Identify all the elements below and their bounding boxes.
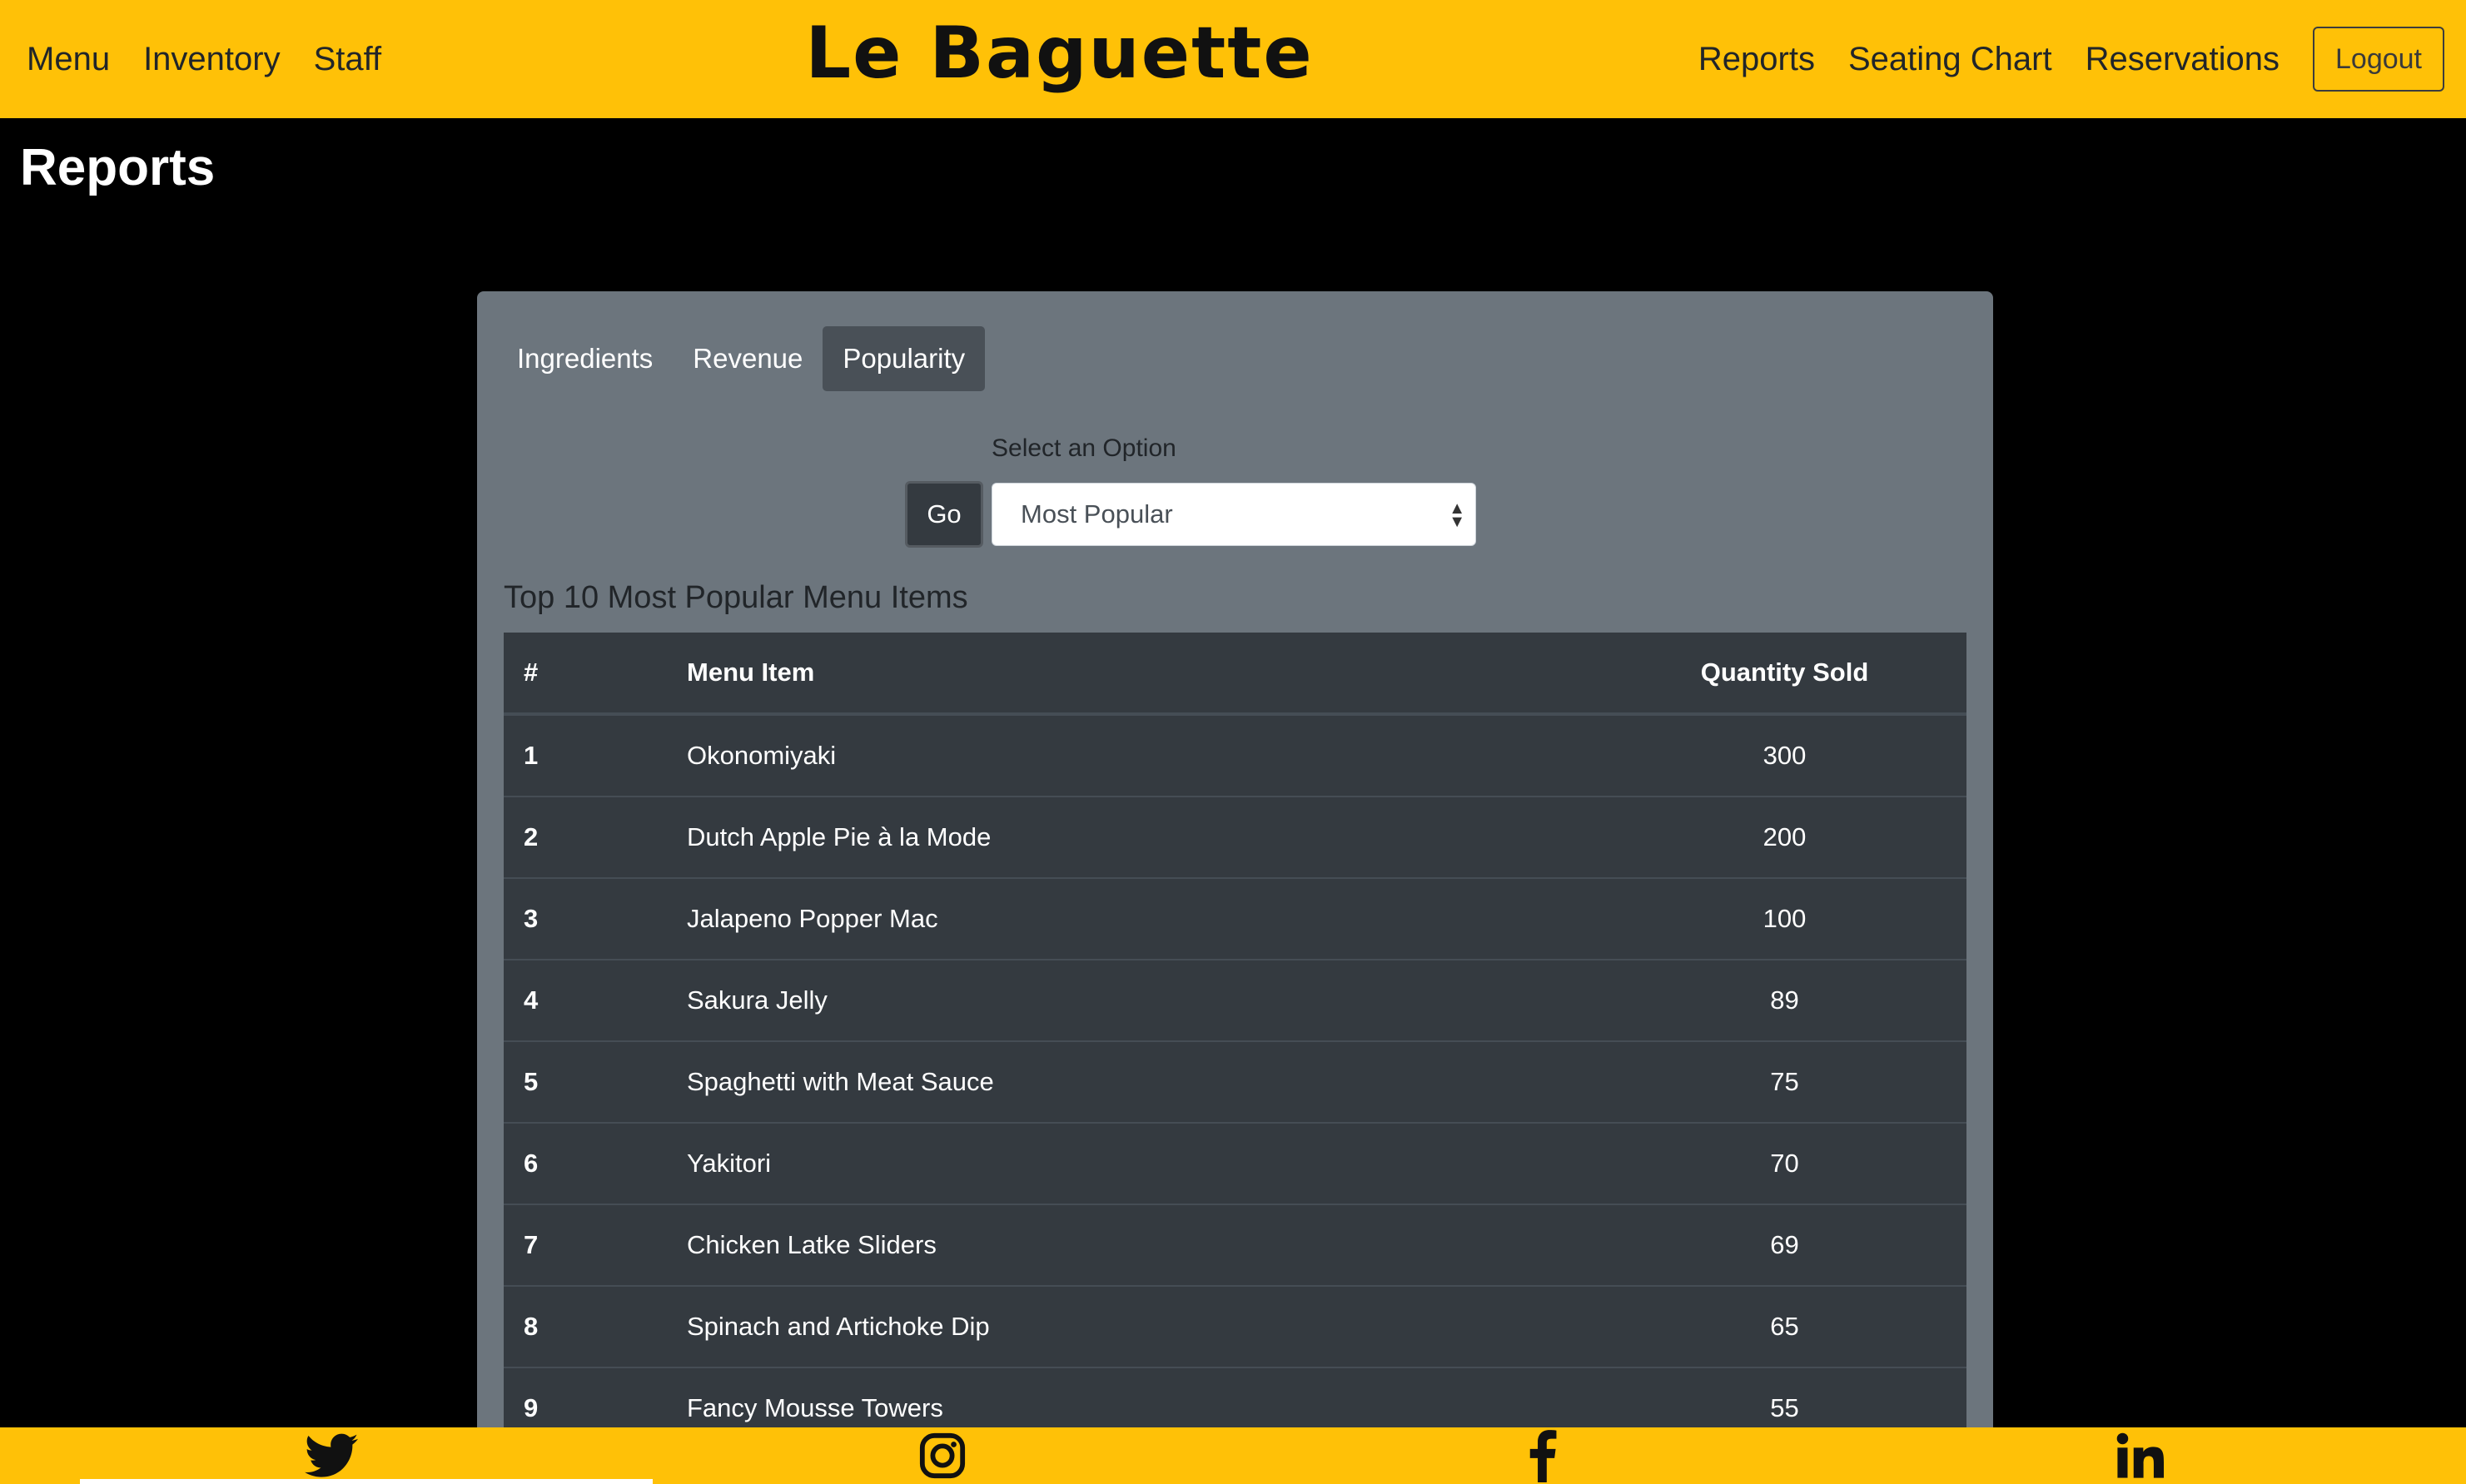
cell-menu-item: Spaghetti with Meat Sauce [687, 1067, 994, 1096]
table-row: 6 Yakitori 70 [504, 1122, 1966, 1204]
page-title: Reports [20, 139, 216, 196]
nav-right-group: Reports Seating Chart Reservations Logou… [1698, 0, 2444, 118]
cell-quantity: 200 [1762, 822, 1807, 851]
cell-quantity: 70 [1770, 1149, 1799, 1178]
table-row: 2 Dutch Apple Pie à la Mode 200 [504, 796, 1966, 877]
table-row: 5 Spaghetti with Meat Sauce 75 [504, 1040, 1966, 1122]
table-row: 3 Jalapeno Popper Mac 100 [504, 877, 1966, 959]
nav-link-reservations[interactable]: Reservations [2086, 41, 2280, 78]
header-quantity-sold: Quantity Sold [1700, 658, 1869, 687]
header-rank: # [524, 658, 539, 687]
linkedin-icon[interactable] [2106, 1427, 2173, 1484]
cell-rank: 8 [524, 1312, 539, 1341]
table-header-row: # Menu Item Quantity Sold [504, 633, 1966, 714]
cell-quantity: 55 [1770, 1393, 1799, 1422]
cell-quantity: 89 [1770, 985, 1799, 1015]
table-row: 1 Okonomiyaki 300 [504, 714, 1966, 796]
instagram-icon[interactable] [909, 1427, 976, 1484]
cell-quantity: 100 [1762, 904, 1807, 933]
cell-rank: 9 [524, 1393, 539, 1422]
go-button[interactable]: Go [905, 481, 983, 548]
top-navbar: Menu Inventory Staff Le Baguette Reports… [0, 0, 2466, 118]
cell-rank: 2 [524, 822, 539, 851]
cell-menu-item: Fancy Mousse Towers [687, 1393, 943, 1422]
cell-rank: 4 [524, 985, 539, 1015]
logout-button[interactable]: Logout [2313, 27, 2444, 92]
tab-ingredients[interactable]: Ingredients [497, 326, 673, 391]
facebook-icon[interactable] [1509, 1427, 1575, 1484]
cell-menu-item: Chicken Latke Sliders [687, 1230, 937, 1259]
header-menu-item: Menu Item [687, 658, 815, 687]
table-row: 8 Spinach and Artichoke Dip 65 [504, 1285, 1966, 1367]
cell-quantity: 69 [1770, 1230, 1799, 1259]
footer-underline [80, 1479, 653, 1484]
cell-menu-item: Yakitori [687, 1149, 772, 1178]
select-label: Select an Option [992, 434, 1176, 462]
cell-quantity: 300 [1762, 741, 1807, 770]
cell-menu-item: Spinach and Artichoke Dip [687, 1312, 990, 1341]
nav-link-seating-chart[interactable]: Seating Chart [1848, 41, 2052, 78]
report-tabs: Ingredients Revenue Popularity [497, 326, 986, 391]
select-arrows-icon: ▲ ▼ [1449, 499, 1465, 531]
table-title: Top 10 Most Popular Menu Items [504, 580, 968, 615]
cell-menu-item: Dutch Apple Pie à la Mode [687, 822, 992, 851]
twitter-icon[interactable] [298, 1427, 365, 1484]
tab-popularity[interactable]: Popularity [823, 326, 986, 391]
cell-rank: 1 [524, 741, 539, 770]
cell-quantity: 75 [1770, 1067, 1799, 1096]
cell-quantity: 65 [1770, 1312, 1799, 1341]
popularity-table: # Menu Item Quantity Sold 1 Okonomiyaki … [504, 633, 1966, 1448]
cell-rank: 5 [524, 1067, 539, 1096]
tab-revenue[interactable]: Revenue [673, 326, 823, 391]
cell-rank: 6 [524, 1149, 539, 1178]
nav-link-reports[interactable]: Reports [1698, 41, 1815, 78]
table-row: 4 Sakura Jelly 89 [504, 959, 1966, 1040]
cell-rank: 3 [524, 904, 539, 933]
reports-card: Ingredients Revenue Popularity Select an… [477, 291, 1993, 1457]
table-row: 7 Chicken Latke Sliders 69 [504, 1204, 1966, 1285]
cell-menu-item: Sakura Jelly [687, 985, 828, 1015]
cell-menu-item: Okonomiyaki [687, 741, 837, 770]
cell-menu-item: Jalapeno Popper Mac [687, 904, 938, 933]
cell-rank: 7 [524, 1230, 539, 1259]
option-select[interactable]: Most Popular ▲ ▼ [992, 483, 1476, 546]
selected-option: Most Popular [1021, 499, 1173, 529]
footer-bar [0, 1427, 2466, 1484]
